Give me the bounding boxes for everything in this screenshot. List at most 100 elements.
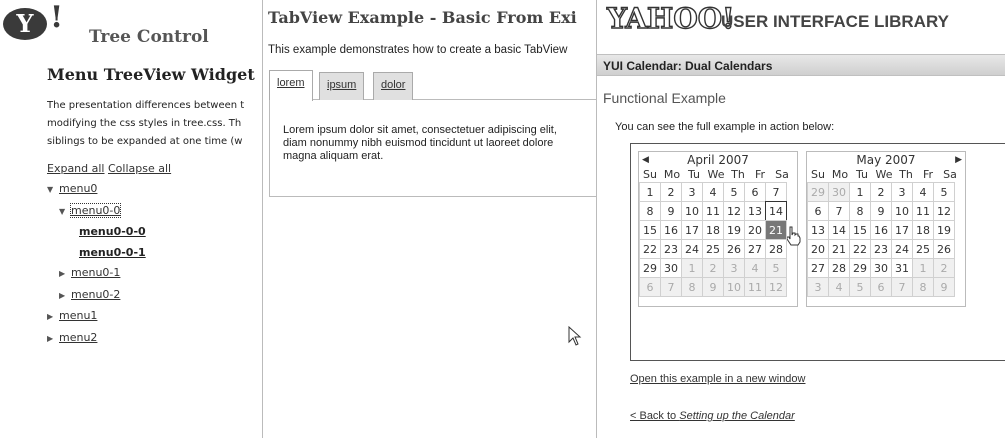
calendar-day[interactable]: 19 bbox=[933, 220, 955, 240]
tree-node-menu0-2[interactable]: ▶ menu0-2 bbox=[47, 285, 146, 307]
calendar-day[interactable]: 18 bbox=[702, 220, 724, 240]
collapse-all-link[interactable]: Collapse all bbox=[108, 162, 171, 175]
back-link[interactable]: < Back to Setting up the Calendar bbox=[630, 410, 795, 422]
calendar-day[interactable]: 20 bbox=[807, 239, 829, 259]
tab-label[interactable]: dolor bbox=[381, 79, 405, 91]
tree-node-label[interactable]: menu0-0-1 bbox=[79, 246, 146, 259]
tab-label[interactable]: ipsum bbox=[327, 79, 356, 91]
calendar-day[interactable]: 5 bbox=[723, 182, 745, 202]
calendar-day[interactable]: 19 bbox=[723, 220, 745, 240]
tree-node-menu1[interactable]: ▶ menu1 bbox=[47, 306, 146, 328]
calendar-day[interactable]: 25 bbox=[702, 239, 724, 259]
open-new-window-link[interactable]: Open this example in a new window bbox=[630, 373, 805, 385]
tab-label[interactable]: lorem bbox=[277, 77, 305, 89]
calendar-day[interactable]: 4 bbox=[702, 182, 724, 202]
weekday-label: Mo bbox=[831, 168, 849, 181]
next-month-arrow-icon[interactable]: ▶ bbox=[955, 152, 962, 168]
calendar-day[interactable]: 9 bbox=[660, 201, 682, 221]
tree-node-label[interactable]: menu0-0 bbox=[69, 202, 122, 218]
tree-node-menu0-1[interactable]: ▶ menu0-1 bbox=[47, 263, 146, 285]
tree-node-menu0-0[interactable]: ▼ menu0-0 bbox=[47, 201, 146, 223]
tree-node-label[interactable]: menu0-0-0 bbox=[79, 225, 146, 238]
calendar-day[interactable]: 8 bbox=[639, 201, 661, 221]
calendar-day[interactable]: 27 bbox=[744, 239, 766, 259]
back-link-anchor[interactable]: < Back to Setting up the Calendar bbox=[630, 410, 795, 422]
calendar-day[interactable]: 14 bbox=[828, 220, 850, 240]
calendar-day[interactable]: 24 bbox=[681, 239, 703, 259]
calendar-day[interactable]: 22 bbox=[849, 239, 871, 259]
calendar-day[interactable]: 12 bbox=[723, 201, 745, 221]
calendar-day[interactable]: 18 bbox=[912, 220, 934, 240]
calendar-day[interactable]: 21 bbox=[765, 220, 787, 240]
calendar-day[interactable]: 6 bbox=[807, 201, 829, 221]
tree-node-menu2[interactable]: ▶ menu2 bbox=[47, 328, 146, 350]
calendar-day[interactable]: 26 bbox=[723, 239, 745, 259]
calendar-day[interactable]: 3 bbox=[681, 182, 703, 202]
calendar-day[interactable]: 16 bbox=[870, 220, 892, 240]
tree-node-label[interactable]: menu1 bbox=[59, 309, 97, 322]
calendar-day[interactable]: 1 bbox=[639, 182, 661, 202]
calendar-day[interactable]: 12 bbox=[933, 201, 955, 221]
expand-all-link[interactable]: Expand all bbox=[47, 162, 105, 175]
calendar-day[interactable]: 13 bbox=[807, 220, 829, 240]
triangle-right-icon[interactable]: ▶ bbox=[59, 264, 71, 285]
prev-month-arrow-icon[interactable]: ◀ bbox=[642, 152, 649, 168]
calendar-day[interactable]: 9 bbox=[870, 201, 892, 221]
triangle-right-icon[interactable]: ▶ bbox=[47, 307, 59, 328]
tree-node-menu0-0-1[interactable]: menu0-0-1 bbox=[47, 243, 146, 264]
calendar-day[interactable]: 26 bbox=[933, 239, 955, 259]
calendar-day[interactable]: 21 bbox=[828, 239, 850, 259]
tree-node-label[interactable]: menu0-2 bbox=[71, 288, 120, 301]
calendar-day[interactable]: 23 bbox=[660, 239, 682, 259]
calendar-day[interactable]: 2 bbox=[870, 182, 892, 202]
calendar-day[interactable]: 1 bbox=[849, 182, 871, 202]
calendar-day[interactable]: 24 bbox=[891, 239, 913, 259]
tree-node-menu0-0-0[interactable]: menu0-0-0 bbox=[47, 222, 146, 243]
tab-ipsum[interactable]: ipsum bbox=[319, 72, 365, 100]
calendar-day[interactable]: 2 bbox=[660, 182, 682, 202]
tree-node-label[interactable]: menu2 bbox=[59, 331, 97, 344]
calendar-day[interactable]: 16 bbox=[660, 220, 682, 240]
calendar-day[interactable]: 20 bbox=[744, 220, 766, 240]
calendar-day[interactable]: 28 bbox=[765, 239, 787, 259]
triangle-down-icon[interactable]: ▼ bbox=[59, 202, 71, 223]
calendar-day[interactable]: 4 bbox=[912, 182, 934, 202]
calendar-day[interactable]: 27 bbox=[807, 258, 829, 278]
tab-dolor[interactable]: dolor bbox=[373, 72, 414, 100]
calendar-day[interactable]: 7 bbox=[828, 201, 850, 221]
calendar-day[interactable]: 6 bbox=[744, 182, 766, 202]
calendar-day[interactable]: 30 bbox=[660, 258, 682, 278]
calendar-day[interactable]: 15 bbox=[849, 220, 871, 240]
triangle-down-icon[interactable]: ▼ bbox=[47, 180, 59, 201]
calendar-day[interactable]: 7 bbox=[765, 182, 787, 202]
tree-node-label[interactable]: menu0-1 bbox=[71, 266, 120, 279]
calendar-day[interactable]: 13 bbox=[744, 201, 766, 221]
tree-node-label[interactable]: menu0 bbox=[59, 182, 97, 195]
calendar-day[interactable]: 30 bbox=[870, 258, 892, 278]
calendar-day[interactable]: 5 bbox=[933, 182, 955, 202]
calendar-day[interactable]: 31 bbox=[891, 258, 913, 278]
tree-node-menu0[interactable]: ▼ menu0 bbox=[47, 179, 146, 201]
calendar-day[interactable]: 22 bbox=[639, 239, 661, 259]
calendar-day[interactable]: 23 bbox=[870, 239, 892, 259]
tree-view: ▼ menu0 ▼ menu0-0 menu0-0-0 menu0-0-1 ▶ men… bbox=[47, 179, 146, 349]
calendar-day[interactable]: 8 bbox=[849, 201, 871, 221]
calendar-day[interactable]: 28 bbox=[828, 258, 850, 278]
open-new-window-label[interactable]: Open this example in a new window bbox=[630, 373, 805, 385]
calendar-day[interactable]: 14 bbox=[765, 201, 787, 221]
calendar-day[interactable]: 15 bbox=[639, 220, 661, 240]
calendar-day[interactable]: 17 bbox=[681, 220, 703, 240]
calendar-day-out-of-month: 12 bbox=[765, 277, 787, 297]
calendar-day[interactable]: 25 bbox=[912, 239, 934, 259]
calendar-day[interactable]: 11 bbox=[912, 201, 934, 221]
calendar-day[interactable]: 11 bbox=[702, 201, 724, 221]
triangle-right-icon[interactable]: ▶ bbox=[47, 329, 59, 350]
calendar-day[interactable]: 29 bbox=[849, 258, 871, 278]
calendar-day[interactable]: 29 bbox=[639, 258, 661, 278]
calendar-day[interactable]: 10 bbox=[681, 201, 703, 221]
calendar-day[interactable]: 17 bbox=[891, 220, 913, 240]
calendar-day[interactable]: 3 bbox=[891, 182, 913, 202]
calendar-day[interactable]: 10 bbox=[891, 201, 913, 221]
triangle-right-icon[interactable]: ▶ bbox=[59, 286, 71, 307]
tab-lorem[interactable]: lorem bbox=[269, 70, 313, 101]
